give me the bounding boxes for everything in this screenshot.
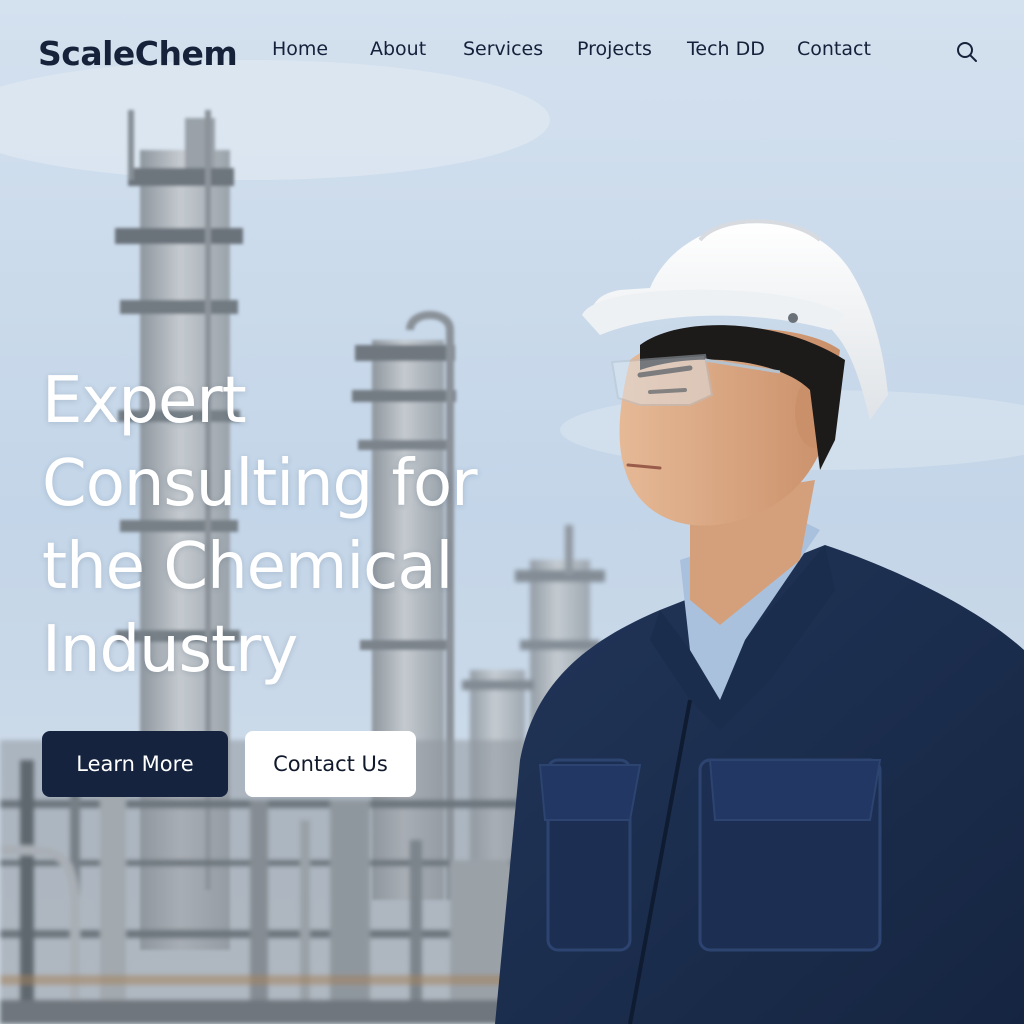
brand-logo[interactable]: ScaleChem	[38, 34, 238, 73]
top-navigation: ScaleChem Home About Services Projects T…	[0, 0, 1024, 100]
nav-item-tech-dd[interactable]: Tech DD	[687, 38, 765, 60]
hero-headline: Expert Consulting for the Chemical Indus…	[42, 364, 478, 687]
nav-item-services[interactable]: Services	[463, 38, 543, 60]
learn-more-button[interactable]: Learn More	[42, 731, 228, 797]
nav-item-contact[interactable]: Contact	[797, 38, 871, 60]
contact-us-button[interactable]: Contact Us	[245, 731, 416, 797]
hero-section: ScaleChem Home About Services Projects T…	[0, 0, 1024, 1024]
nav-item-projects[interactable]: Projects	[577, 38, 652, 60]
nav-item-home[interactable]: Home	[272, 38, 328, 60]
search-icon[interactable]	[955, 40, 979, 64]
nav-item-about[interactable]: About	[370, 38, 426, 60]
